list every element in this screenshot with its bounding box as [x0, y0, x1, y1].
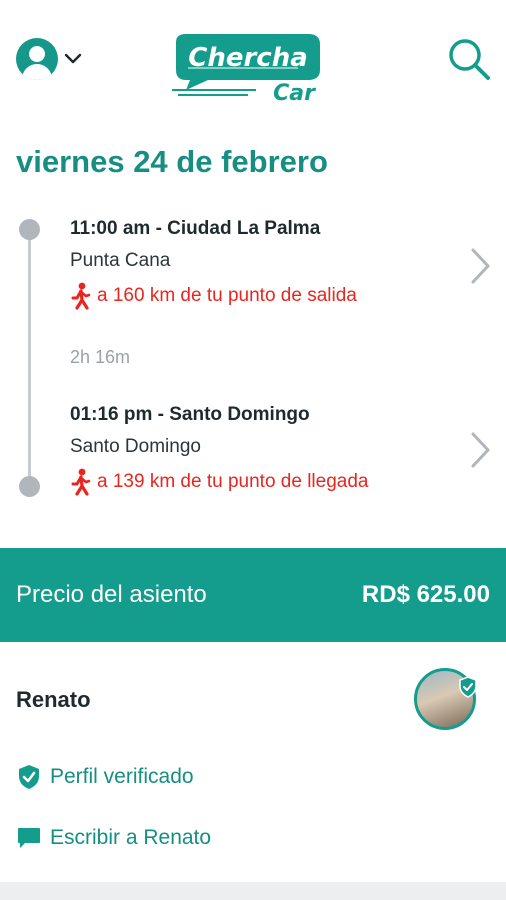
- chercha-car-logo: Chercha Car: [172, 34, 320, 104]
- departure-distance-text: a 160 km de tu punto de salida: [97, 285, 357, 306]
- walking-person-icon: [71, 468, 91, 496]
- driver-name: Renato: [16, 687, 91, 712]
- timeline-line: [28, 228, 31, 486]
- arrival-time-place: 01:16 pm - Santo Domingo: [70, 404, 310, 425]
- timeline-start-dot: [19, 219, 40, 240]
- departure-stop[interactable]: 11:00 am - Ciudad La Palma Punta Cana a …: [70, 218, 470, 310]
- message-driver-button[interactable]: Escribir a Renato: [16, 825, 211, 851]
- departure-city: Punta Cana: [70, 250, 171, 271]
- seat-price-label: Precio del asiento: [16, 581, 207, 608]
- chevron-right-icon[interactable]: [468, 430, 492, 470]
- arrival-stop[interactable]: 01:16 pm - Santo Domingo Santo Domingo a…: [70, 404, 470, 496]
- arrival-distance: a 139 km de tu punto de llegada: [70, 468, 470, 496]
- chevron-right-icon[interactable]: [468, 246, 492, 286]
- walking-person-icon: [71, 282, 91, 310]
- arrival-distance-text: a 139 km de tu punto de llegada: [97, 471, 369, 492]
- user-avatar-icon: [16, 38, 58, 80]
- profile-verified-label: Perfil verificado: [50, 765, 194, 788]
- trip-date-title: viernes 24 de febrero: [16, 144, 328, 179]
- logo-text-secondary: Car: [273, 81, 316, 104]
- logo-text-primary: Chercha: [188, 43, 308, 73]
- chat-bubble-icon: [18, 828, 40, 848]
- trip-duration: 2h 16m: [70, 347, 131, 367]
- shield-check-icon: [19, 765, 39, 789]
- message-driver-label: Escribir a Renato: [50, 826, 212, 849]
- seat-price-bar: Precio del asiento RD$ 625.00: [0, 548, 506, 642]
- search-icon[interactable]: [446, 36, 492, 82]
- app-header: Chercha Car: [0, 0, 506, 110]
- timeline-end-dot: [19, 476, 40, 497]
- seat-price-value: RD$ 625.00: [361, 581, 490, 608]
- verified-shield-icon: [459, 676, 477, 698]
- section-divider: [0, 882, 506, 900]
- departure-time-place: 11:00 am - Ciudad La Palma: [70, 218, 321, 239]
- profile-menu-button[interactable]: [16, 38, 82, 80]
- arrival-city: Santo Domingo: [70, 436, 201, 457]
- chevron-down-icon: [64, 53, 82, 64]
- profile-verified-row: Perfil verificado: [16, 763, 194, 791]
- departure-distance: a 160 km de tu punto de salida: [70, 282, 470, 310]
